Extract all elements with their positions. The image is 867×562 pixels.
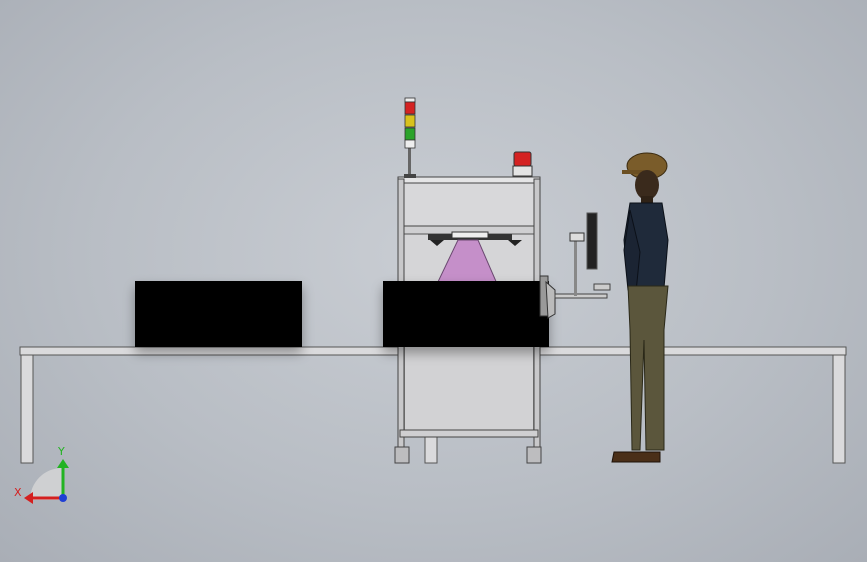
tower-pole [408, 148, 411, 178]
shoes [611, 451, 661, 463]
machine-foot-right [526, 446, 542, 464]
conveyor-leg-left [20, 354, 34, 464]
product-box-center [383, 281, 549, 347]
machine-lower-cabinet [403, 344, 535, 434]
y-axis-arrow [57, 459, 69, 468]
machine-base-beam [399, 429, 539, 438]
tower-red [404, 101, 416, 115]
tower-yellow [404, 114, 416, 128]
red-beacon-light [512, 151, 533, 177]
beacon-dome [513, 151, 532, 167]
z-axis-dot [59, 494, 67, 502]
beacon-base [512, 165, 533, 177]
conveyor-leg-right [832, 354, 846, 464]
camera-head [451, 231, 489, 239]
machine-top-plate [397, 176, 541, 184]
tower-bottom [404, 139, 416, 149]
console-bracket [545, 280, 556, 319]
monitor-screen [586, 212, 598, 270]
product-box-left [135, 281, 302, 347]
operator-console [539, 212, 611, 319]
tower-cap [404, 97, 416, 103]
pants [627, 285, 669, 451]
operator-figure [611, 152, 669, 463]
monitor-arm-bracket [569, 232, 585, 242]
machine-upper-frame [399, 178, 539, 232]
head [635, 170, 659, 200]
machine-foot-left [394, 446, 410, 464]
x-axis-arrow [24, 492, 33, 504]
y-axis-label: Y [57, 445, 65, 458]
scene-svg: Y X [14, 97, 847, 504]
cad-viewport[interactable]: Y X [0, 0, 867, 562]
signal-tower-light [404, 97, 416, 178]
triad-arc [30, 468, 62, 500]
tower-base [404, 174, 416, 178]
x-axis-label: X [14, 486, 22, 499]
keyboard-tray-arm [554, 293, 608, 299]
tower-green [404, 127, 416, 141]
monitor-pole [574, 238, 577, 296]
keyboard-tray [593, 283, 611, 291]
